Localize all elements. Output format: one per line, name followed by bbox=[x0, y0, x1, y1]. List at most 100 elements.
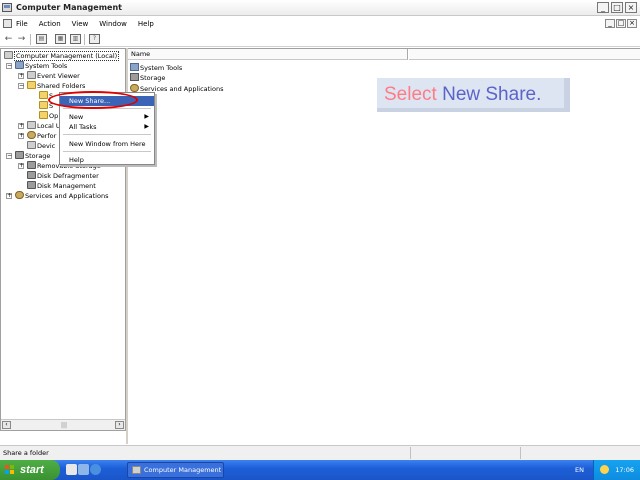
menu-separator bbox=[63, 151, 151, 152]
menu-item-all-tasks[interactable]: All Tasks ▶ bbox=[60, 122, 154, 132]
tree-item-device-manager[interactable]: Devic bbox=[27, 141, 55, 151]
status-bar: Share a folder bbox=[0, 445, 640, 460]
doc-restore-button[interactable]: □ bbox=[616, 19, 626, 28]
show-hide-console-tree-icon[interactable]: ▤ bbox=[36, 34, 47, 44]
system-tray: 17:06 bbox=[593, 460, 640, 480]
tree-item-disk-defragmenter[interactable]: Disk Defragmenter bbox=[27, 171, 99, 181]
collapse-toggle[interactable]: − bbox=[6, 153, 12, 159]
maximize-button[interactable]: □ bbox=[611, 2, 623, 13]
scroll-left-icon[interactable]: ‹ bbox=[2, 421, 11, 429]
taskbar: start Computer Management EN 17:06 bbox=[0, 460, 640, 480]
status-divider bbox=[520, 447, 521, 459]
toolbar-separator bbox=[84, 34, 85, 45]
language-indicator[interactable]: EN bbox=[575, 466, 584, 474]
folder-icon bbox=[39, 101, 48, 109]
scroll-right-icon[interactable]: › bbox=[115, 421, 124, 429]
tree-item-disk-management[interactable]: Disk Management bbox=[27, 181, 96, 191]
tree-item-open-files[interactable]: Op bbox=[39, 111, 58, 121]
storage-icon bbox=[15, 151, 24, 159]
menu-action[interactable]: Action bbox=[39, 20, 61, 28]
minimize-button[interactable]: _ bbox=[597, 2, 609, 13]
removable-storage-icon bbox=[27, 161, 36, 169]
tree-item-performance[interactable]: + Perfor bbox=[18, 131, 56, 141]
submenu-arrow-icon: ▶ bbox=[144, 113, 149, 120]
menu-window[interactable]: Window bbox=[99, 20, 127, 28]
show-desktop-icon[interactable] bbox=[66, 464, 77, 475]
clock[interactable]: 17:06 bbox=[615, 466, 634, 474]
status-text: Share a folder bbox=[3, 449, 49, 457]
back-arrow-icon[interactable]: ← bbox=[3, 34, 14, 44]
export-list-icon[interactable]: ▥ bbox=[70, 34, 81, 44]
window-controls: _ □ × bbox=[597, 2, 637, 13]
folder-icon bbox=[39, 111, 48, 119]
users-icon bbox=[27, 121, 36, 129]
disk-management-icon bbox=[27, 181, 36, 189]
tree-item-event-viewer[interactable]: + Event Viewer bbox=[18, 71, 80, 81]
menu-file[interactable]: File bbox=[16, 20, 28, 28]
close-button[interactable]: × bbox=[625, 2, 637, 13]
menu-view[interactable]: View bbox=[72, 20, 89, 28]
submenu-arrow-icon: ▶ bbox=[144, 123, 149, 130]
explorer-icon[interactable] bbox=[78, 464, 89, 475]
horizontal-scrollbar[interactable]: ‹ ||| › bbox=[1, 419, 125, 430]
highlight-ring bbox=[48, 91, 138, 109]
doc-close-button[interactable]: × bbox=[627, 19, 637, 28]
expand-toggle[interactable]: + bbox=[18, 73, 24, 79]
storage-icon bbox=[130, 73, 139, 81]
collapse-toggle[interactable]: − bbox=[18, 83, 24, 89]
title-bar: Computer Management _ □ × bbox=[0, 0, 640, 16]
computer-icon bbox=[4, 51, 13, 59]
shared-folder-icon bbox=[27, 81, 36, 89]
tree-item-services-and-applications[interactable]: + Services and Applications bbox=[6, 191, 108, 201]
menu-help[interactable]: Help bbox=[138, 20, 154, 28]
defragmenter-icon bbox=[27, 171, 36, 179]
services-icon bbox=[130, 84, 139, 92]
properties-icon[interactable]: ▦ bbox=[55, 34, 66, 44]
menu-item-new-window-from-here[interactable]: New Window from Here bbox=[60, 139, 154, 149]
instruction-callout: Select New Share. bbox=[377, 78, 570, 112]
window-title: Computer Management bbox=[16, 3, 122, 12]
menu-separator bbox=[63, 134, 151, 135]
collapse-toggle[interactable]: − bbox=[6, 63, 12, 69]
device-manager-icon bbox=[27, 141, 36, 149]
menu-item-help[interactable]: Help bbox=[60, 155, 154, 165]
start-button[interactable]: start bbox=[0, 460, 60, 480]
help-icon[interactable]: ? bbox=[89, 34, 100, 44]
taskbar-button-computer-management[interactable]: Computer Management bbox=[127, 462, 224, 478]
callout-text-new-share: New Share. bbox=[442, 84, 542, 105]
tree-item-system-tools[interactable]: − System Tools bbox=[6, 61, 67, 71]
internet-explorer-icon[interactable] bbox=[90, 464, 101, 475]
menu-bar: File Action View Window Help _ □ × bbox=[0, 17, 640, 31]
forward-arrow-icon[interactable]: → bbox=[16, 34, 27, 44]
tree-item-storage[interactable]: − Storage bbox=[6, 151, 50, 161]
list-item-system-tools[interactable]: System Tools bbox=[130, 63, 182, 73]
toolbar: ← → ▤ ▦ ▥ ? bbox=[0, 32, 640, 47]
tools-icon bbox=[15, 61, 24, 69]
tree-item-computer-management[interactable]: Computer Management (Local) bbox=[4, 51, 120, 61]
list-item-storage[interactable]: Storage bbox=[130, 73, 165, 83]
expand-toggle[interactable]: + bbox=[18, 163, 24, 169]
column-header-name[interactable]: Name bbox=[128, 49, 408, 60]
computer-management-icon bbox=[2, 3, 12, 12]
menu-item-new[interactable]: New ▶ bbox=[60, 112, 154, 122]
tree-item-local-users[interactable]: + Local U bbox=[18, 121, 61, 131]
event-viewer-icon bbox=[27, 71, 36, 79]
expand-toggle[interactable]: + bbox=[6, 193, 12, 199]
services-icon bbox=[15, 191, 24, 199]
performance-icon bbox=[27, 131, 36, 139]
expand-toggle[interactable]: + bbox=[18, 123, 24, 129]
folder-icon bbox=[39, 91, 48, 99]
document-window-controls: _ □ × bbox=[605, 19, 637, 28]
computer-management-icon bbox=[132, 466, 141, 474]
scroll-thumb[interactable]: ||| bbox=[61, 422, 67, 429]
document-icon[interactable] bbox=[3, 19, 12, 28]
status-divider bbox=[410, 447, 411, 459]
expand-toggle[interactable]: + bbox=[18, 133, 24, 139]
windows-flag-icon bbox=[5, 465, 15, 475]
tools-icon bbox=[130, 63, 139, 71]
callout-text-select: Select bbox=[384, 84, 443, 105]
network-icon[interactable] bbox=[600, 465, 609, 474]
tree-item-shared-folders[interactable]: − Shared Folders bbox=[18, 81, 85, 91]
doc-minimize-button[interactable]: _ bbox=[605, 19, 615, 28]
column-header-empty bbox=[409, 49, 640, 60]
